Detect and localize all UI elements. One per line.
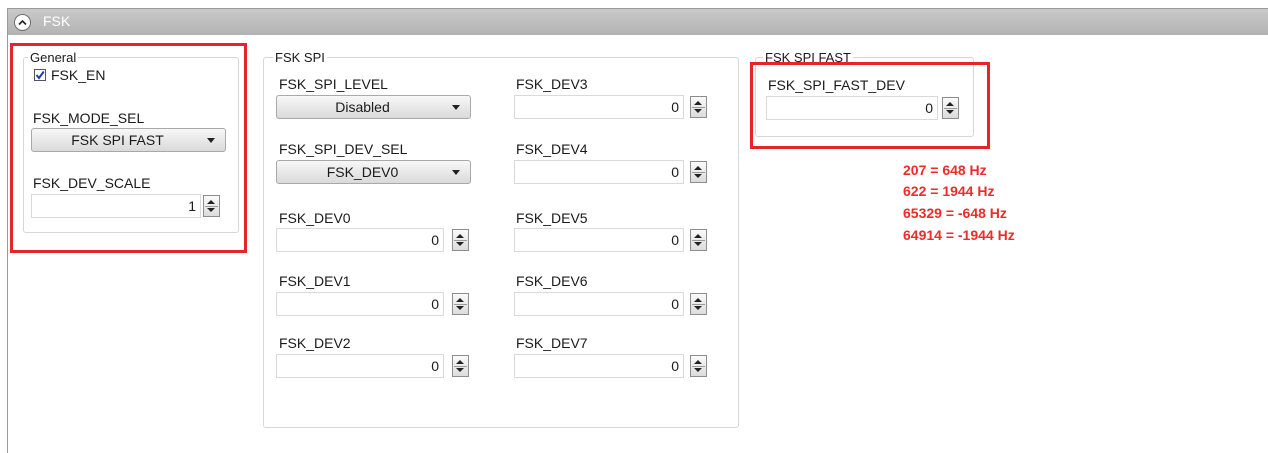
- general-highlight-box: [10, 43, 247, 253]
- fsk-dev0-spinner[interactable]: [452, 229, 469, 251]
- fsk-spi-fast-highlight-box: [750, 62, 990, 149]
- fsk-dev1-spinner[interactable]: [452, 293, 469, 315]
- spin-down-icon: [456, 242, 464, 246]
- spin-up-icon: [694, 234, 702, 238]
- annotation-line-2: 622 = 1944 Hz: [903, 183, 995, 199]
- fsk-dev3-spinner[interactable]: [690, 96, 707, 118]
- spin-up-icon: [694, 360, 702, 364]
- fsk-dev5-input[interactable]: 0: [514, 228, 684, 252]
- fsk-spi-dev-sel-label: FSK_SPI_DEV_SEL: [279, 141, 408, 157]
- fsk-dev1-input[interactable]: 0: [276, 292, 444, 316]
- fsk-spi-group-title: FSK SPI: [273, 50, 327, 65]
- chevron-up-icon: [18, 19, 27, 26]
- fsk-dev7-input[interactable]: 0: [514, 354, 684, 378]
- fsk-dev5-label: FSK_DEV5: [516, 210, 588, 226]
- chevron-down-icon: [452, 105, 460, 110]
- fsk-dev2-spinner[interactable]: [452, 355, 469, 377]
- fsk-dev5-spinner[interactable]: [690, 229, 707, 251]
- section-header[interactable]: [8, 9, 1268, 35]
- fsk-dev4-spinner[interactable]: [690, 161, 707, 183]
- fsk-spi-level-value: Disabled: [335, 99, 390, 115]
- spin-down-icon: [694, 174, 702, 178]
- fsk-dev6-input[interactable]: 0: [514, 292, 684, 316]
- fsk-spi-level-dropdown[interactable]: Disabled: [276, 95, 471, 119]
- chevron-down-icon: [452, 170, 460, 175]
- annotation-line-4: 64914 = -1944 Hz: [903, 227, 1015, 243]
- spin-down-icon: [694, 109, 702, 113]
- spin-up-icon: [456, 234, 464, 238]
- spin-up-icon: [456, 360, 464, 364]
- fsk-dev6-spinner[interactable]: [690, 293, 707, 315]
- fsk-dev2-label: FSK_DEV2: [279, 335, 351, 351]
- fsk-dev0-label: FSK_DEV0: [279, 210, 351, 226]
- fsk-spi-dev-sel-dropdown[interactable]: FSK_DEV0: [276, 160, 471, 184]
- spin-down-icon: [456, 368, 464, 372]
- fsk-dev4-label: FSK_DEV4: [516, 141, 588, 157]
- fsk-dev7-spinner[interactable]: [690, 355, 707, 377]
- fsk-dev1-label: FSK_DEV1: [279, 273, 351, 289]
- spin-down-icon: [694, 242, 702, 246]
- fsk-dev6-label: FSK_DEV6: [516, 273, 588, 289]
- spin-up-icon: [694, 298, 702, 302]
- fsk-dev4-input[interactable]: 0: [514, 160, 684, 184]
- spin-up-icon: [694, 101, 702, 105]
- spin-up-icon: [694, 166, 702, 170]
- fsk-spi-level-label: FSK_SPI_LEVEL: [279, 76, 388, 92]
- fsk-dev3-input[interactable]: 0: [514, 95, 684, 119]
- fsk-spi-dev-sel-value: FSK_DEV0: [326, 164, 399, 180]
- spin-up-icon: [456, 298, 464, 302]
- fsk-dev0-input[interactable]: 0: [276, 228, 444, 252]
- spin-down-icon: [456, 306, 464, 310]
- fsk-dev7-label: FSK_DEV7: [516, 335, 588, 351]
- spin-down-icon: [694, 306, 702, 310]
- section-title: FSK: [43, 13, 71, 29]
- spin-down-icon: [694, 368, 702, 372]
- annotation-line-1: 207 = 648 Hz: [903, 162, 987, 178]
- collapse-button[interactable]: [14, 14, 31, 31]
- fsk-dev2-input[interactable]: 0: [276, 354, 444, 378]
- annotation-line-3: 65329 = -648 Hz: [903, 205, 1007, 221]
- fsk-dev3-label: FSK_DEV3: [516, 76, 588, 92]
